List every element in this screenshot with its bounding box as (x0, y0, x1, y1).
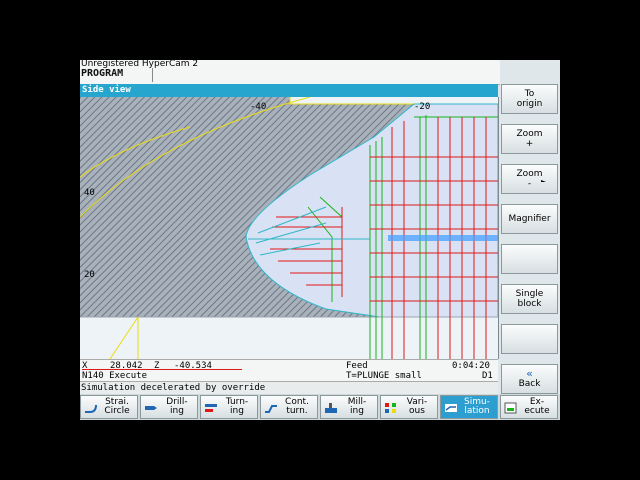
softkey-label: origin (516, 99, 543, 109)
d-number: D1 (482, 371, 493, 381)
drilling-icon (145, 406, 157, 410)
view-title-bar: Side view (80, 84, 498, 97)
simulation-canvas: -40 -20 40 20 (80, 97, 498, 359)
turning-button[interactable]: Turn-ing (200, 395, 258, 419)
softkey-label: Magnifier (508, 214, 551, 224)
horizontal-softkey-bar: Strai. Circle Drill-ing Turn-ing Cont. tur… (80, 394, 560, 420)
straight-circle-button[interactable]: Strai. Circle (80, 395, 138, 419)
softkey-label: ing (230, 406, 244, 416)
operating-area-label: PROGRAM (81, 68, 124, 79)
straight-circle-icon (85, 404, 97, 413)
header-divider (152, 68, 153, 82)
single-block-button[interactable]: Single block (501, 284, 558, 314)
y-tick-label: 20 (84, 270, 95, 280)
execute-button[interactable]: Ex-ecute (500, 395, 558, 419)
milling-button[interactable]: Mill-ing (320, 395, 378, 419)
execute-icon (504, 402, 517, 414)
x-tick-label: -20 (414, 102, 430, 112)
sim-time: 0:04:20 (452, 361, 490, 371)
turning-icon (205, 404, 217, 412)
softkey-label: lation (464, 406, 490, 416)
softkey-label: ing (170, 406, 184, 416)
mouse-cursor-icon (541, 180, 546, 182)
empty-softkey[interactable] (501, 324, 558, 354)
header-bar: Unregistered HyperCam 2 PROGRAM (80, 60, 500, 85)
softkey-label: ous (409, 406, 425, 416)
softkey-label: Zoom (516, 169, 543, 179)
cnc-screen: Unregistered HyperCam 2 PROGRAM Side vie… (80, 60, 560, 420)
back-button[interactable]: « Back (501, 364, 558, 394)
y-tick-label: 40 (84, 188, 95, 198)
softkey-label: block (517, 299, 542, 309)
lower-region (80, 317, 498, 359)
softkey-label: - (527, 179, 532, 189)
contour-turning-icon (265, 405, 277, 413)
to-origin-button[interactable]: To origin (501, 84, 558, 114)
magnifier-button[interactable]: Magnifier (501, 204, 558, 234)
various-icon (385, 403, 396, 413)
highlight-band (388, 235, 498, 241)
simulation-view[interactable]: -40 -20 40 20 (80, 97, 499, 359)
empty-softkey[interactable] (501, 244, 558, 274)
softkey-label: ing (350, 406, 364, 416)
simulation-button[interactable]: Simu-lation (440, 395, 498, 419)
zoom-in-button[interactable]: Zoom + (501, 124, 558, 154)
view-title: Side view (82, 85, 131, 95)
softkey-label: Back (518, 379, 541, 389)
softkey-label: Zoom (516, 129, 543, 139)
status-message: Simulation decelerated by override (81, 383, 266, 393)
simulation-icon (445, 404, 457, 412)
block-status: N140 Execute (82, 371, 148, 381)
softkey-label: ecute (524, 406, 550, 416)
drilling-button[interactable]: Drill-ing (140, 395, 198, 419)
softkey-label: turn. (286, 406, 308, 416)
softkey-label: + (525, 139, 534, 149)
softkey-label: To (524, 89, 535, 99)
softkey-label: Circle (104, 406, 130, 416)
message-line: Simulation decelerated by override (80, 381, 498, 394)
double-chevron-left-icon: « (526, 367, 533, 380)
top-band (290, 97, 498, 104)
x-tick-label: -40 (250, 102, 266, 112)
various-button[interactable]: Vari-ous (380, 395, 438, 419)
status-panel: X 28.042 Z -40.534 N140 Execute Feed T=P… (80, 359, 498, 382)
softkey-label: Single (515, 289, 544, 299)
feed-label: Feed (346, 361, 368, 371)
milling-icon (325, 403, 337, 413)
zoom-out-button[interactable]: Zoom - (501, 164, 558, 194)
tool-name: T=PLUNGE small (346, 371, 422, 381)
status-red-line (82, 369, 242, 370)
contour-turning-button[interactable]: Cont. turn. (260, 395, 318, 419)
